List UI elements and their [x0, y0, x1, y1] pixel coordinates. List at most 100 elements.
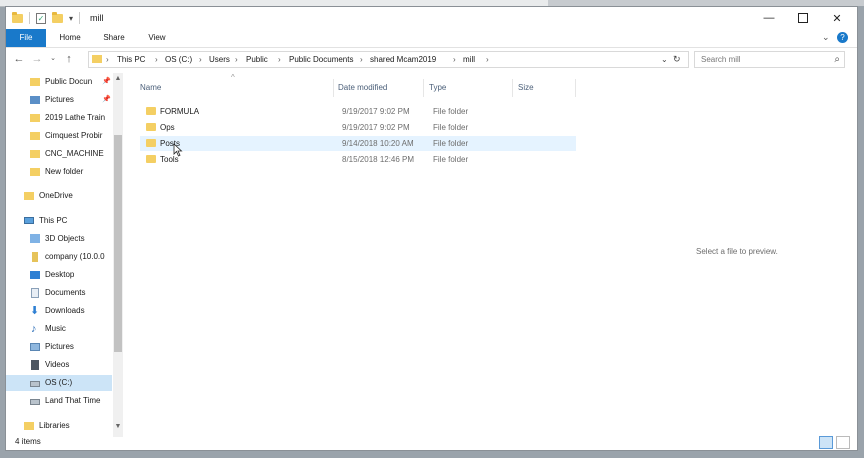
- nav-item-label: New folder: [45, 167, 84, 176]
- pin-icon[interactable]: 📌: [102, 92, 111, 108]
- navigation-pane: Public Docun 📌 Pictures 📌 2019 Lathe Tra…: [6, 73, 123, 437]
- column-header-size[interactable]: Size: [518, 78, 534, 98]
- column-header-type[interactable]: Type: [429, 78, 446, 98]
- pictures-icon: [30, 343, 40, 351]
- nav-item-label: Cimquest Probir: [45, 131, 103, 140]
- nav-item-music[interactable]: ♪ Music: [6, 321, 112, 337]
- videos-icon: [31, 360, 39, 370]
- new-folder-icon[interactable]: [52, 11, 63, 23]
- search-placeholder: Search mill: [701, 55, 741, 64]
- nav-item-cnc-machine[interactable]: CNC_MACHINE: [6, 146, 112, 162]
- close-button[interactable]: ✕: [820, 7, 854, 29]
- nav-item-label: 2019 Lathe Train: [45, 113, 106, 122]
- file-date: 9/19/2017 9:02 PM: [342, 123, 410, 132]
- nav-item-pictures[interactable]: Pictures: [6, 339, 112, 355]
- nav-item-label: Documents: [45, 288, 86, 297]
- nav-item-label: Downloads: [45, 306, 85, 315]
- tab-view[interactable]: View: [138, 29, 176, 47]
- nav-item-cimquest-probing[interactable]: Cimquest Probir: [6, 128, 112, 144]
- nav-item-desktop[interactable]: Desktop: [6, 267, 112, 283]
- back-arrow-icon[interactable]: ←: [12, 52, 26, 66]
- chevron-right-icon[interactable]: ›: [199, 52, 202, 67]
- address-bar[interactable]: › This PC › OS (C:) › Users › Public › P…: [88, 51, 689, 68]
- chevron-right-icon[interactable]: ›: [155, 52, 158, 67]
- large-icons-view-icon[interactable]: [836, 436, 850, 449]
- refresh-icon[interactable]: ↻: [673, 52, 681, 67]
- folder-icon: [30, 114, 40, 122]
- 3d-objects-icon: [30, 234, 40, 243]
- breadcrumb-os-c[interactable]: OS (C:): [165, 52, 192, 67]
- chevron-right-icon[interactable]: ›: [360, 52, 363, 67]
- minimize-button[interactable]: —: [752, 7, 786, 29]
- address-toolbar: ← → ⌄ ↑ › This PC › OS (C:) › Users › Pu…: [6, 48, 857, 72]
- nav-item-os-c[interactable]: OS (C:): [6, 375, 112, 391]
- nav-scrollbar-thumb[interactable]: [114, 135, 122, 352]
- drive-icon: [30, 381, 40, 387]
- network-drive-icon: [32, 252, 38, 262]
- search-input[interactable]: Search mill ⌕: [694, 51, 845, 68]
- forward-arrow-icon[interactable]: →: [30, 52, 44, 66]
- file-date: 8/15/2018 12:46 PM: [342, 155, 415, 164]
- divider: [79, 12, 81, 24]
- chevron-right-icon[interactable]: ›: [235, 52, 238, 67]
- pictures-icon: [30, 96, 40, 104]
- customize-toolbar-icon[interactable]: ▾: [69, 14, 73, 23]
- item-count: 4 items: [15, 437, 41, 446]
- chevron-right-icon[interactable]: ›: [453, 52, 456, 67]
- nav-item-label: 3D Objects: [45, 234, 85, 243]
- file-row-tools[interactable]: Tools 8/15/2018 12:46 PM File folder: [140, 152, 576, 167]
- nav-item-onedrive[interactable]: OneDrive: [6, 188, 112, 204]
- tab-home[interactable]: Home: [50, 29, 90, 47]
- nav-item-3d-objects[interactable]: 3D Objects: [6, 231, 112, 247]
- file-row-formula[interactable]: FORMULA 9/19/2017 9:02 PM File folder: [140, 104, 576, 119]
- properties-icon[interactable]: ✓: [36, 12, 46, 24]
- tab-share[interactable]: Share: [94, 29, 134, 47]
- libraries-icon: [24, 422, 34, 430]
- up-arrow-icon[interactable]: ↑: [62, 52, 76, 66]
- column-header-name[interactable]: Name: [140, 78, 161, 98]
- tab-file[interactable]: File: [6, 29, 46, 47]
- nav-item-videos[interactable]: Videos: [6, 357, 112, 373]
- chevron-right-icon[interactable]: ›: [106, 52, 109, 67]
- ribbon-tabs: File Home Share View ⌄ ?: [6, 29, 857, 47]
- chevron-right-icon[interactable]: ›: [486, 52, 489, 67]
- breadcrumb-public[interactable]: Public: [246, 52, 268, 67]
- nav-item-new-folder[interactable]: New folder: [6, 164, 112, 180]
- folder-icon: [30, 168, 40, 176]
- nav-item-label: Videos: [45, 360, 70, 369]
- onedrive-icon: [24, 192, 34, 200]
- help-icon[interactable]: ?: [837, 32, 848, 43]
- breadcrumb-shared-mcam2019[interactable]: shared Mcam2019: [370, 52, 436, 67]
- nav-item-documents[interactable]: Documents: [6, 285, 112, 301]
- breadcrumb-mill[interactable]: mill: [463, 52, 475, 67]
- file-name: FORMULA: [160, 107, 200, 116]
- nav-item-downloads[interactable]: ⬇ Downloads: [6, 303, 112, 319]
- scroll-down-icon[interactable]: ▼: [113, 423, 123, 430]
- file-row-posts[interactable]: Posts 9/14/2018 10:20 AM File folder: [140, 136, 576, 151]
- folder-icon: [146, 123, 156, 131]
- address-dropdown-icon[interactable]: ⌄: [661, 52, 668, 67]
- nav-item-pictures-pinned[interactable]: Pictures 📌: [6, 92, 112, 108]
- search-icon[interactable]: ⌕: [834, 52, 840, 67]
- pin-icon[interactable]: 📌: [102, 74, 111, 90]
- breadcrumb-users[interactable]: Users: [209, 52, 230, 67]
- close-icon: ✕: [832, 12, 842, 25]
- scroll-up-icon[interactable]: ▲: [113, 75, 123, 82]
- nav-item-public-documents[interactable]: Public Docun 📌: [6, 74, 112, 90]
- divider: [423, 79, 424, 97]
- nav-item-land-that-time[interactable]: Land That Time: [6, 393, 112, 409]
- chevron-right-icon[interactable]: ›: [278, 52, 281, 67]
- breadcrumb-public-documents[interactable]: Public Documents: [289, 52, 353, 67]
- maximize-button[interactable]: [786, 7, 820, 29]
- details-view-icon[interactable]: [819, 436, 833, 449]
- nav-item-company-network-drive[interactable]: company (10.0.0: [6, 249, 112, 265]
- file-row-ops[interactable]: Ops 9/19/2017 9:02 PM File folder: [140, 120, 576, 135]
- nav-item-libraries[interactable]: Libraries: [6, 418, 112, 434]
- nav-item-this-pc[interactable]: This PC: [6, 213, 112, 229]
- column-header-date-modified[interactable]: Date modified: [338, 78, 387, 98]
- breadcrumb-this-pc[interactable]: This PC: [117, 52, 145, 67]
- nav-item-2019-lathe-train[interactable]: 2019 Lathe Train: [6, 110, 112, 126]
- collapse-ribbon-icon[interactable]: ⌄: [822, 32, 830, 43]
- downloads-icon: ⬇: [30, 305, 40, 317]
- recent-locations-icon[interactable]: ⌄: [46, 52, 60, 66]
